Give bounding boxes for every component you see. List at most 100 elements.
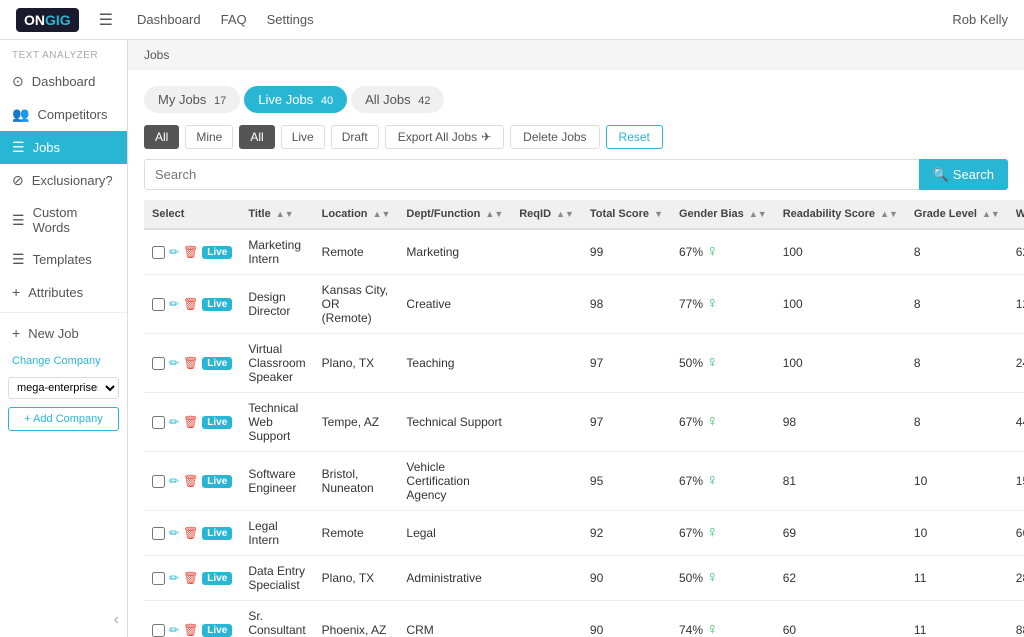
- col-location[interactable]: Location ▲▼: [314, 200, 399, 229]
- row-grade: 10: [906, 511, 1008, 556]
- filter-all1-button[interactable]: All: [144, 125, 179, 149]
- edit-icon[interactable]: ✏: [169, 297, 179, 311]
- row-actions: ✏ 🗑 Live: [152, 356, 232, 370]
- sidebar-item-label: Exclusionary?: [32, 173, 113, 188]
- sidebar-section-label: TEXT ANALYZER: [0, 40, 127, 65]
- row-title: Design Director: [240, 275, 313, 334]
- row-dept: Creative: [398, 275, 511, 334]
- row-reqid: [511, 275, 582, 334]
- row-location: Bristol, Nuneaton: [314, 452, 399, 511]
- filter-mine-button[interactable]: Mine: [185, 125, 233, 149]
- filter-live-button[interactable]: Live: [281, 125, 325, 149]
- row-readability: 69: [775, 511, 906, 556]
- edit-icon[interactable]: ✏: [169, 526, 179, 540]
- table-row: ✏ 🗑 Live Data Entry Specialist Plano, TX…: [144, 556, 1024, 601]
- edit-icon[interactable]: ✏: [169, 571, 179, 585]
- content-area: My Jobs 17 Live Jobs 40 All Jobs 42 All …: [128, 70, 1024, 637]
- tab-my-jobs[interactable]: My Jobs 17: [144, 86, 240, 113]
- row-total-score: 90: [582, 601, 671, 637]
- sidebar-item-exclusionary[interactable]: ⊘ Exclusionary?: [0, 164, 127, 197]
- row-dept: CRM: [398, 601, 511, 637]
- col-title[interactable]: Title ▲▼: [240, 200, 313, 229]
- sidebar-item-templates[interactable]: ☰ Templates: [0, 243, 127, 276]
- row-gender-bias: 67% ♀: [671, 452, 775, 511]
- row-select-cell: ✏ 🗑 Live: [144, 452, 240, 511]
- sidebar-item-custom-words[interactable]: ☰ Custom Words: [0, 197, 127, 243]
- export-all-button[interactable]: Export All Jobs ✈: [385, 125, 504, 149]
- sidebar-collapse-button[interactable]: ‹: [0, 603, 127, 637]
- delete-icon[interactable]: 🗑: [183, 526, 198, 540]
- nav-settings[interactable]: Settings: [267, 12, 314, 27]
- attributes-icon: +: [12, 284, 20, 300]
- tab-all-jobs[interactable]: All Jobs 42: [351, 86, 444, 113]
- status-badge: Live: [202, 298, 232, 311]
- row-reqid: [511, 334, 582, 393]
- row-grade: 8: [906, 334, 1008, 393]
- top-nav: ONGIG ☰ Dashboard FAQ Settings Rob Kelly: [0, 0, 1024, 40]
- competitors-icon: 👥: [12, 106, 29, 123]
- col-readability[interactable]: Readability Score ▲▼: [775, 200, 906, 229]
- row-total-score: 92: [582, 511, 671, 556]
- status-badge: Live: [202, 416, 232, 429]
- row-reqid: [511, 556, 582, 601]
- col-word-count[interactable]: Word Count ▲▼: [1008, 200, 1024, 229]
- row-checkbox[interactable]: [152, 475, 165, 488]
- col-grade[interactable]: Grade Level ▲▼: [906, 200, 1008, 229]
- delete-icon[interactable]: 🗑: [183, 474, 198, 488]
- nav-faq[interactable]: FAQ: [221, 12, 247, 27]
- row-grade: 8: [906, 229, 1008, 275]
- edit-icon[interactable]: ✏: [169, 474, 179, 488]
- top-nav-links: Dashboard FAQ Settings: [137, 12, 932, 27]
- add-company-button[interactable]: + Add Company: [8, 407, 119, 431]
- row-actions: ✏ 🗑 Live: [152, 526, 232, 540]
- nav-dashboard[interactable]: Dashboard: [137, 12, 201, 27]
- row-gender-bias: 67% ♀: [671, 229, 775, 275]
- col-gender-bias[interactable]: Gender Bias ▲▼: [671, 200, 775, 229]
- delete-icon[interactable]: 🗑: [183, 297, 198, 311]
- jobs-table: Select Title ▲▼ Location ▲▼ Dept/Functio…: [144, 200, 1024, 637]
- sidebar-item-attributes[interactable]: + Attributes: [0, 276, 127, 308]
- row-checkbox[interactable]: [152, 298, 165, 311]
- row-checkbox[interactable]: [152, 527, 165, 540]
- hamburger-icon[interactable]: ☰: [99, 10, 113, 30]
- delete-icon[interactable]: 🗑: [183, 623, 198, 637]
- edit-icon[interactable]: ✏: [169, 415, 179, 429]
- change-company-link[interactable]: Change Company: [0, 349, 127, 373]
- sidebar-item-jobs[interactable]: ☰ Jobs: [0, 131, 127, 164]
- row-actions: ✏ 🗑 Live: [152, 623, 232, 637]
- row-checkbox[interactable]: [152, 246, 165, 259]
- edit-icon[interactable]: ✏: [169, 356, 179, 370]
- delete-icon[interactable]: 🗑: [183, 415, 198, 429]
- row-reqid: [511, 452, 582, 511]
- row-select-cell: ✏ 🗑 Live: [144, 393, 240, 452]
- company-select[interactable]: mega-enterprises: [8, 377, 119, 399]
- sidebar-item-label: Attributes: [28, 285, 83, 300]
- search-button[interactable]: 🔍 Search: [919, 159, 1008, 190]
- row-checkbox[interactable]: [152, 357, 165, 370]
- tab-live-jobs[interactable]: Live Jobs 40: [244, 86, 347, 113]
- edit-icon[interactable]: ✏: [169, 623, 179, 637]
- row-checkbox[interactable]: [152, 416, 165, 429]
- delete-icon[interactable]: 🗑: [183, 356, 198, 370]
- col-dept[interactable]: Dept/Function ▲▼: [398, 200, 511, 229]
- delete-icon[interactable]: 🗑: [183, 245, 198, 259]
- col-total-score[interactable]: Total Score ▼: [582, 200, 671, 229]
- custom-words-icon: ☰: [12, 212, 25, 229]
- sidebar-item-new-job[interactable]: + New Job: [0, 317, 127, 349]
- delete-jobs-button[interactable]: Delete Jobs: [510, 125, 599, 149]
- row-dept: Technical Support: [398, 393, 511, 452]
- row-word-count: 667: [1008, 511, 1024, 556]
- row-checkbox[interactable]: [152, 572, 165, 585]
- sidebar-item-dashboard[interactable]: ⊙ Dashboard: [0, 65, 127, 98]
- col-reqid[interactable]: ReqID ▲▼: [511, 200, 582, 229]
- filter-all2-button[interactable]: All: [239, 125, 274, 149]
- row-checkbox[interactable]: [152, 624, 165, 637]
- status-badge: Live: [202, 527, 232, 540]
- search-input[interactable]: [144, 159, 919, 190]
- edit-icon[interactable]: ✏: [169, 245, 179, 259]
- filter-draft-button[interactable]: Draft: [331, 125, 379, 149]
- row-readability: 60: [775, 601, 906, 637]
- reset-button[interactable]: Reset: [606, 125, 663, 149]
- sidebar-item-competitors[interactable]: 👥 Competitors: [0, 98, 127, 131]
- delete-icon[interactable]: 🗑: [183, 571, 198, 585]
